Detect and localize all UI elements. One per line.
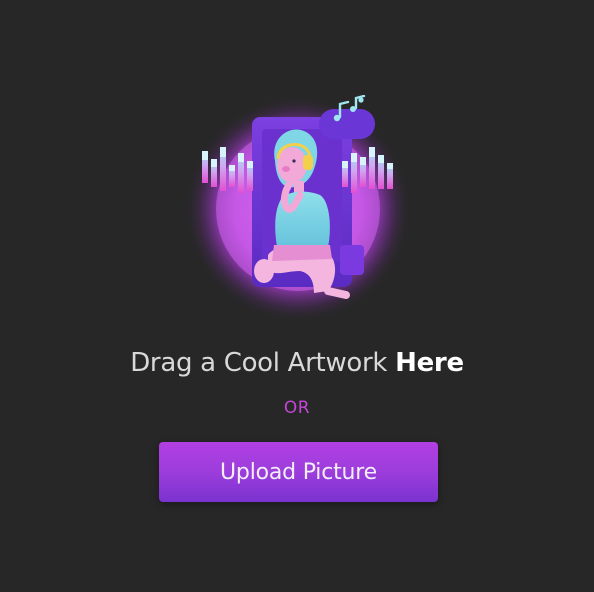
drop-heading: Drag a Cool Artwork Here [0, 348, 594, 378]
music-listener-illustration-icon [182, 95, 414, 327]
drop-heading-emphasis: Here [395, 348, 464, 378]
artwork-drop-zone[interactable]: Drag a Cool Artwork Here OR Upload Pictu… [0, 0, 594, 592]
drop-heading-prefix: Drag a Cool Artwork [130, 348, 396, 378]
or-separator: OR [283, 398, 311, 418]
upload-picture-button[interactable]: Upload Picture [159, 442, 438, 502]
